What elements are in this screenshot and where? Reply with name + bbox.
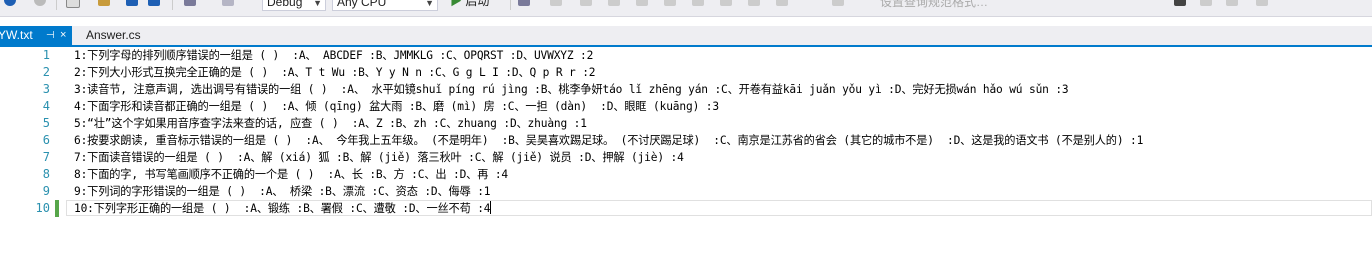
bookmark-icon[interactable] bbox=[1174, 0, 1186, 6]
line-text[interactable]: 8:下面的字, 书写笔画顺序不正确的一个是 ( ) :A、长 :B、方 :C、出… bbox=[74, 166, 508, 183]
toolbar-icon[interactable] bbox=[720, 0, 732, 6]
editor-line: 7 7:下面读音错误的一组是 ( ) :A、解 (xiá) 狐 :B、解 (ji… bbox=[0, 149, 1372, 166]
toolbar-icon[interactable] bbox=[580, 0, 592, 6]
editor-line: 6 6:按要求朗读, 重音标示错误的一组是 ( ) :A、 今年我上五年级。 (… bbox=[0, 132, 1372, 149]
pin-icon[interactable]: ⊣ bbox=[46, 26, 55, 45]
line-text[interactable]: 9:下列词的字形错误的一组是 ( ) :A、 桥梁 :B、漂流 :C、资态 :D… bbox=[74, 183, 491, 200]
platform-value: Any CPU bbox=[337, 0, 387, 9]
line-number: 8 bbox=[42, 167, 50, 181]
platform-select[interactable]: Any CPU ▼ bbox=[332, 0, 438, 11]
configuration-select[interactable]: Debug ▼ bbox=[262, 0, 326, 11]
line-text[interactable]: 5:“壮”这个字如果用音序查字法来查的话, 应查 ( ) :A、Z :B、zh … bbox=[74, 115, 587, 132]
redo-icon[interactable] bbox=[222, 0, 234, 6]
start-label: 启动 bbox=[465, 0, 490, 8]
toolbar-icon[interactable] bbox=[692, 0, 704, 6]
line-text[interactable]: 10:下列字形正确的一组是 ( ) :A、锻练 :B、署假 :C、遭敬 :D、一… bbox=[74, 200, 492, 217]
tab-label: Answer.cs bbox=[86, 28, 141, 42]
line-text[interactable]: 3:读音节, 注意声调, 选出调号有错误的一组 ( ) :A、 水平如镜shuǐ… bbox=[74, 81, 1069, 98]
tab-yw-txt[interactable]: YW.txt ⊣ × bbox=[0, 26, 72, 45]
toolbar-icon[interactable] bbox=[832, 0, 844, 6]
find-icon[interactable] bbox=[550, 0, 562, 6]
line-text[interactable]: 7:下面读音错误的一组是 ( ) :A、解 (xiá) 狐 :B、解 (jiě)… bbox=[74, 149, 684, 166]
line-number: 9 bbox=[42, 184, 50, 198]
line-number: 4 bbox=[42, 99, 50, 113]
chevron-down-icon: ▼ bbox=[425, 0, 434, 8]
line-number: 6 bbox=[42, 133, 50, 147]
line-number: 5 bbox=[42, 116, 50, 130]
line-text[interactable]: 1:下列字母的排列顺序错误的一组是 ( ) :A、 ABCDEF :B、JMMK… bbox=[74, 47, 593, 64]
tab-label: YW.txt bbox=[0, 28, 33, 42]
browser-link-icon[interactable] bbox=[518, 0, 530, 6]
toolbar-icon[interactable] bbox=[776, 0, 788, 6]
editor-line: 1 1:下列字母的排列顺序错误的一组是 ( ) :A、 ABCDEF :B、JM… bbox=[0, 47, 1372, 64]
open-file-icon[interactable] bbox=[98, 0, 110, 6]
close-icon[interactable]: × bbox=[60, 26, 66, 45]
forward-icon[interactable] bbox=[34, 0, 46, 6]
configuration-value: Debug bbox=[267, 0, 303, 9]
toolbar-separator bbox=[172, 0, 173, 10]
save-icon[interactable] bbox=[126, 0, 138, 6]
toolbar-separator bbox=[56, 0, 57, 10]
undo-icon[interactable] bbox=[184, 0, 196, 6]
new-project-icon[interactable] bbox=[66, 0, 80, 8]
play-icon: ▶ bbox=[450, 0, 463, 8]
editor-line: 9 9:下列词的字形错误的一组是 ( ) :A、 桥梁 :B、漂流 :C、资态 … bbox=[0, 183, 1372, 200]
line-text[interactable]: 2:下列大小形式互换完全正确的是 ( ) :A、T t Wu :B、Y y N … bbox=[74, 64, 596, 81]
editor-line-current: 10 10:下列字形正确的一组是 ( ) :A、锻练 :B、署假 :C、遭敬 :… bbox=[0, 200, 1372, 217]
change-marker bbox=[55, 200, 59, 217]
toolbar-separator bbox=[510, 0, 511, 10]
line-number: 2 bbox=[42, 65, 50, 79]
editor-line: 8 8:下面的字, 书写笔画顺序不正确的一个是 ( ) :A、长 :B、方 :C… bbox=[0, 166, 1372, 183]
back-icon[interactable] bbox=[4, 0, 16, 6]
editor-line: 5 5:“壮”这个字如果用音序查字法来查的话, 应查 ( ) :A、Z :B、z… bbox=[0, 115, 1372, 132]
toolbar-icon[interactable] bbox=[636, 0, 648, 6]
format-hint[interactable]: 设置查询规范格式… bbox=[880, 0, 988, 10]
line-number: 1 bbox=[42, 48, 50, 62]
document-tab-bar: YW.txt ⊣ × Answer.cs bbox=[0, 26, 1372, 47]
toolbar-icon[interactable] bbox=[1226, 0, 1238, 6]
editor-line: 2 2:下列大小形式互换完全正确的是 ( ) :A、T t Wu :B、Y y … bbox=[0, 64, 1372, 81]
toolbar: Debug ▼ Any CPU ▼ ▶ 启动 设置查询规范格式… bbox=[0, 0, 1372, 17]
line-number: 3 bbox=[42, 82, 50, 96]
toolbar-icon[interactable] bbox=[664, 0, 676, 6]
line-text[interactable]: 4:下面字形和读音都正确的一组是 ( ) :A、倾 (qīng) 盆大雨 :B、… bbox=[74, 98, 719, 115]
text-editor[interactable]: 1 1:下列字母的排列顺序错误的一组是 ( ) :A、 ABCDEF :B、JM… bbox=[0, 47, 1372, 258]
editor-line: 3 3:读音节, 注意声调, 选出调号有错误的一组 ( ) :A、 水平如镜sh… bbox=[0, 81, 1372, 98]
line-number: 7 bbox=[42, 150, 50, 164]
text-caret bbox=[490, 201, 492, 214]
start-button[interactable]: ▶ 启动 bbox=[450, 0, 489, 11]
editor-line: 4 4:下面字形和读音都正确的一组是 ( ) :A、倾 (qīng) 盆大雨 :… bbox=[0, 98, 1372, 115]
toolbar-icon[interactable] bbox=[1256, 0, 1268, 6]
tab-answer-cs[interactable]: Answer.cs bbox=[86, 26, 156, 45]
toolbar-icon[interactable] bbox=[748, 0, 760, 6]
line-text[interactable]: 6:按要求朗读, 重音标示错误的一组是 ( ) :A、 今年我上五年级。 (不是… bbox=[74, 132, 1143, 149]
save-all-icon[interactable] bbox=[148, 0, 160, 6]
toolbar-icon[interactable] bbox=[1200, 0, 1212, 6]
toolbar-icon[interactable] bbox=[608, 0, 620, 6]
chevron-down-icon: ▼ bbox=[313, 0, 322, 8]
line-number: 10 bbox=[35, 201, 50, 215]
